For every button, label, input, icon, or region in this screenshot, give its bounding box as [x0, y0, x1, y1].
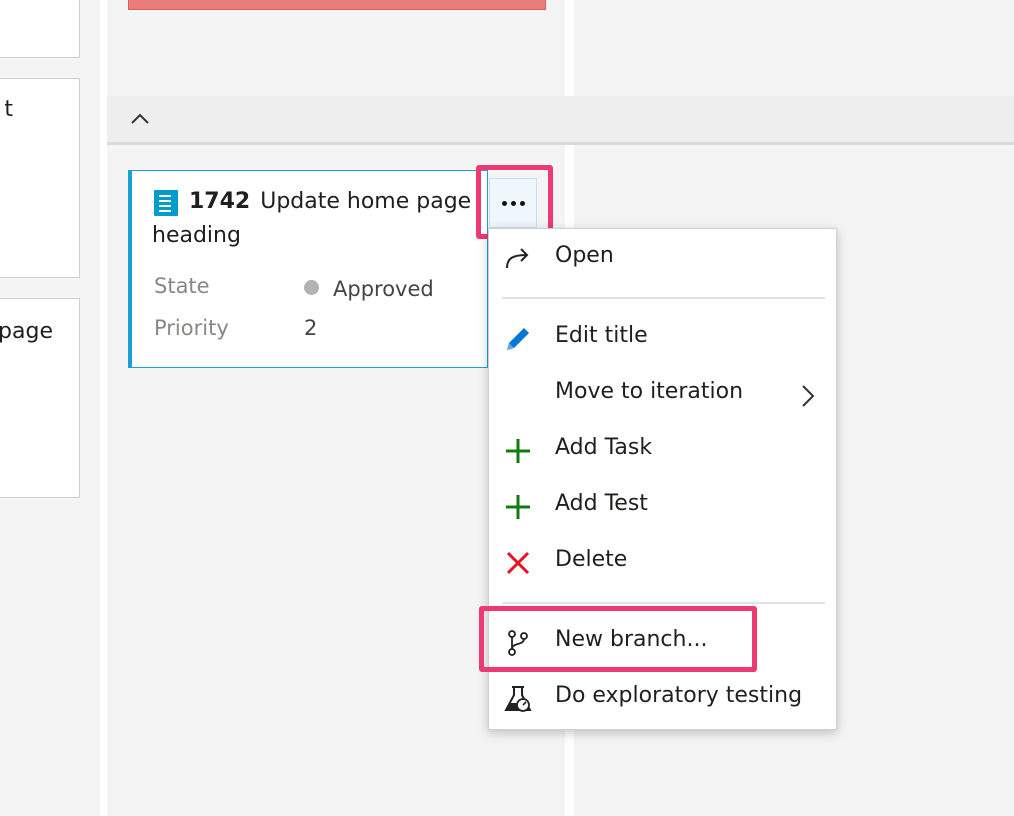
- menu-item-delete[interactable]: Delete: [489, 535, 836, 589]
- menu-item-edit-title[interactable]: Edit title: [489, 311, 836, 365]
- menu-item-open[interactable]: Open: [489, 231, 836, 285]
- left-card-text: t: [4, 97, 13, 122]
- state-value-text: Approved: [333, 277, 434, 301]
- highlight-new-branch: [479, 606, 757, 672]
- left-card-1[interactable]: [0, 0, 80, 58]
- menu-item-move-to-iteration[interactable]: Move to iteration: [489, 367, 836, 421]
- state-label: State: [154, 274, 210, 298]
- card-title-continued[interactable]: heading: [152, 223, 241, 248]
- left-card-3[interactable]: page: [0, 298, 80, 498]
- plus-icon: [506, 439, 530, 463]
- card-title[interactable]: 1742 Update home page: [189, 189, 471, 214]
- menu-item-label: Open: [555, 243, 614, 268]
- priority-value[interactable]: 2: [304, 316, 317, 340]
- state-dot-icon: [304, 280, 319, 295]
- flask-icon: [504, 686, 532, 712]
- open-arrow-icon: [506, 248, 529, 269]
- state-value[interactable]: Approved: [304, 277, 434, 301]
- menu-separator: [502, 602, 825, 604]
- card-id: 1742: [189, 189, 251, 214]
- menu-separator: [502, 297, 825, 299]
- priority-label: Priority: [154, 316, 229, 340]
- work-item-card[interactable]: 1742 Update home page heading State Appro…: [128, 170, 488, 368]
- menu-item-add-task[interactable]: Add Task: [489, 423, 836, 477]
- menu-item-exploratory-testing[interactable]: Do exploratory testing: [489, 671, 836, 725]
- menu-item-label: Edit title: [555, 323, 648, 348]
- blocked-card-fragment[interactable]: [128, 0, 546, 10]
- swimlane-header: [107, 96, 1014, 145]
- menu-item-label: Add Test: [555, 491, 648, 516]
- chevron-right-icon: [802, 385, 815, 407]
- menu-item-label: Add Task: [555, 435, 653, 460]
- card-title-text: Update home page: [260, 189, 472, 214]
- menu-item-label: Delete: [555, 547, 628, 572]
- chevron-up-icon[interactable]: [129, 108, 151, 130]
- left-card-text: page: [0, 319, 53, 344]
- menu-item-add-test[interactable]: Add Test: [489, 479, 836, 533]
- menu-item-label: Move to iteration: [555, 379, 744, 404]
- menu-item-label: Do exploratory testing: [555, 683, 803, 708]
- left-card-2[interactable]: t: [0, 78, 80, 278]
- x-icon: [506, 551, 530, 575]
- pencil-icon: [507, 328, 529, 350]
- product-backlog-item-icon: [154, 190, 178, 216]
- plus-icon: [506, 495, 530, 519]
